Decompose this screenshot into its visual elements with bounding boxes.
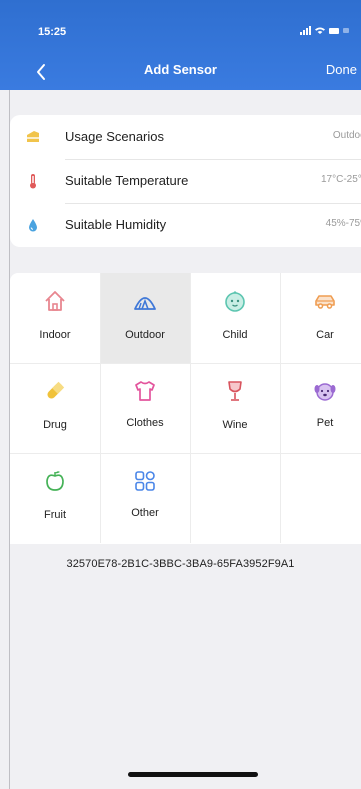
app-header: 15:25 Add Sensor Done: [0, 0, 361, 90]
scenario-other[interactable]: Other: [100, 453, 190, 543]
settings-value: 45%-75%: [325, 218, 361, 229]
scenario-wine[interactable]: Wine: [190, 363, 280, 453]
cellular-signal-icon: [300, 26, 311, 35]
status-time: 15:25: [38, 26, 67, 38]
scenario-label: Pet: [316, 417, 334, 429]
scenario-label: Indoor: [39, 329, 71, 341]
scenario-label: Drug: [43, 419, 67, 431]
scenario-fruit[interactable]: Fruit: [10, 453, 100, 543]
grid-divider: [190, 273, 191, 543]
wifi-icon: [315, 27, 325, 34]
sensor-settings-list: Usage Scenarios Outdoor Suitable Tempera…: [10, 115, 361, 247]
scenario-pet[interactable]: Pet: [280, 363, 361, 453]
scenario-drug[interactable]: Drug: [10, 363, 100, 453]
pill-icon: [47, 381, 65, 399]
dog-face-icon: [314, 383, 336, 401]
house-icon: [45, 291, 65, 311]
tent-icon: [134, 297, 156, 310]
scenario-label: Other: [131, 507, 159, 519]
droplet-icon: [29, 219, 37, 232]
settings-row-suitable-temperature[interactable]: Suitable Temperature 17°C-25°C: [10, 159, 361, 203]
settings-row-usage-scenarios[interactable]: Usage Scenarios Outdoor: [10, 115, 361, 159]
scenario-child[interactable]: Child: [190, 273, 280, 363]
scenario-grid: Indoor Outdoor Child Car Drug Clothes Wi…: [10, 273, 361, 544]
scenario-clothes[interactable]: Clothes: [100, 363, 190, 453]
nav-bar: Add Sensor Done: [0, 56, 361, 86]
done-button[interactable]: Done: [326, 62, 357, 77]
wine-glass-icon: [228, 381, 242, 401]
device-id: 32570E78-2B1C-3BBC-3BA9-65FA3952F9A1: [66, 558, 295, 570]
settings-label: Suitable Humidity: [65, 217, 167, 232]
settings-label: Suitable Temperature: [65, 173, 189, 188]
grid-four-icon: [135, 471, 155, 491]
grid-divider: [280, 273, 281, 543]
status-bar: 15:25: [0, 20, 361, 46]
shirt-icon: [135, 381, 155, 401]
scenario-icon: [27, 131, 39, 142]
scenario-car[interactable]: Car: [280, 273, 361, 363]
settings-value: Outdoor: [332, 130, 361, 141]
home-indicator[interactable]: [128, 772, 258, 777]
scenario-label: Child: [222, 329, 248, 341]
scenario-label: Fruit: [44, 509, 66, 521]
settings-label: Usage Scenarios: [65, 129, 164, 144]
settings-value: 17°C-25°C: [320, 174, 361, 185]
status-indicators: [300, 26, 349, 35]
scenario-label: Clothes: [126, 417, 164, 429]
baby-face-icon: [225, 291, 245, 312]
scenario-label: Car: [316, 329, 334, 341]
grid-divider: [10, 453, 361, 454]
grid-divider: [100, 273, 101, 543]
apple-icon: [46, 471, 64, 491]
page-title: Add Sensor: [144, 62, 217, 77]
battery-icon: [329, 27, 339, 34]
thermometer-icon: [30, 174, 36, 189]
battery-tail-icon: [343, 28, 349, 33]
grid-divider: [10, 363, 361, 364]
settings-row-suitable-humidity[interactable]: Suitable Humidity 45%-75%: [10, 203, 361, 247]
scenario-label: Wine: [222, 419, 248, 431]
car-icon: [315, 295, 335, 309]
scenario-outdoor[interactable]: Outdoor: [100, 273, 190, 363]
scenario-label: Outdoor: [125, 329, 165, 341]
scenario-indoor[interactable]: Indoor: [10, 273, 100, 363]
